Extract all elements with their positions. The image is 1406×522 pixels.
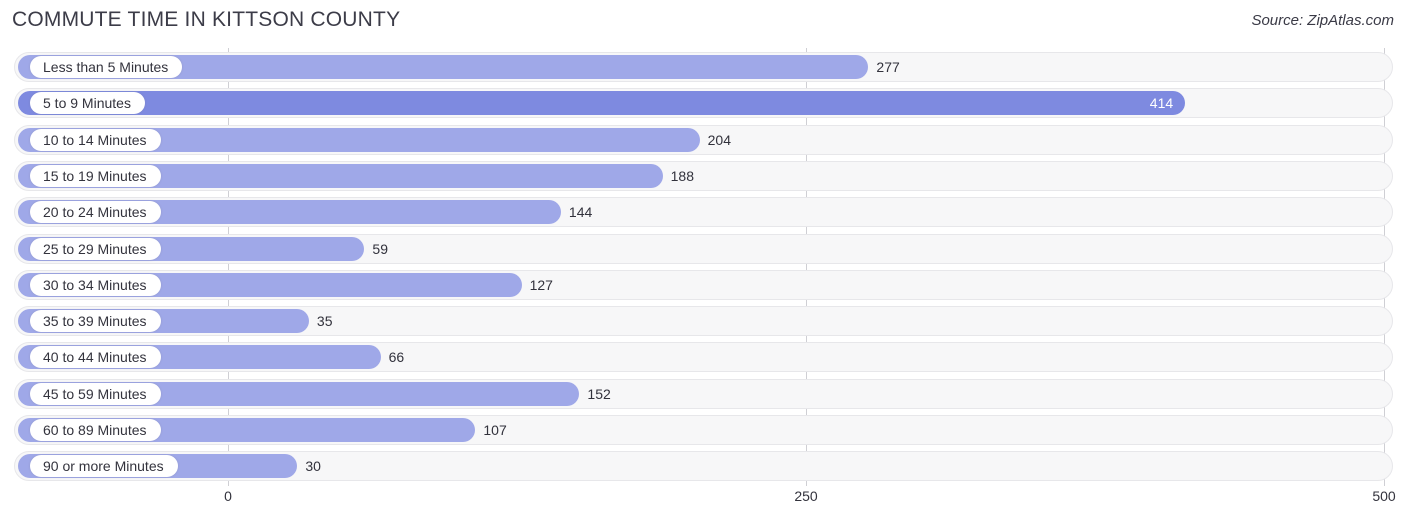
bar-value-label: 66 <box>388 349 405 366</box>
plot-area: Less than 5 Minutes 277 5 to 9 Minutes 414 1… <box>0 48 1406 486</box>
bar-value-label: 414 <box>1149 95 1174 112</box>
bar-category-label: 20 to 24 Minutes <box>30 201 161 224</box>
bar-row: 25 to 29 Minutes 59 <box>14 233 1393 264</box>
bar-value-label: 59 <box>372 240 388 257</box>
bar-value-label: 188 <box>670 167 694 184</box>
bar-category-label: Less than 5 Minutes <box>30 56 183 78</box>
bar-value-label: 152 <box>587 385 611 402</box>
bar-row: 60 to 89 Minutes 107 <box>14 415 1393 445</box>
bar-row: 5 to 9 Minutes 414 <box>14 88 1393 119</box>
bar-row: 10 to 14 Minutes 204 <box>14 124 1393 155</box>
bar-value-label: 127 <box>529 276 553 293</box>
bar-category-label: 90 or more Minutes <box>30 455 178 478</box>
bar-value-label: 204 <box>707 131 731 148</box>
bar-value-label: 30 <box>305 458 321 475</box>
bar-row: Less than 5 Minutes 277 <box>14 52 1393 82</box>
bar-category-label: 10 to 14 Minutes <box>30 128 161 151</box>
bar-category-label: 45 to 59 Minutes <box>30 382 161 405</box>
bar-category-label: 5 to 9 Minutes <box>30 92 145 115</box>
bar-row: 30 to 34 Minutes 127 <box>14 269 1393 300</box>
bar-row: 45 to 59 Minutes 152 <box>14 378 1393 409</box>
bar-value-label: 107 <box>483 422 507 438</box>
bar-category-label: 35 to 39 Minutes <box>30 310 161 333</box>
bar-category-label: 30 to 34 Minutes <box>30 273 161 296</box>
chart-container: COMMUTE TIME IN KITTSON COUNTY Source: Z… <box>0 0 1406 522</box>
bar-row: 35 to 39 Minutes 35 <box>14 306 1393 337</box>
x-axis-tick-label: 500 <box>1372 488 1396 504</box>
bar-category-label: 15 to 19 Minutes <box>30 164 161 187</box>
x-axis: 0 250 500 <box>0 486 1406 522</box>
bar-rows: Less than 5 Minutes 277 5 to 9 Minutes 414 1… <box>0 48 1406 486</box>
bar-category-label: 60 to 89 Minutes <box>30 419 161 441</box>
bar-row: 20 to 24 Minutes 144 <box>14 197 1393 228</box>
bar-value-label: 277 <box>876 59 900 75</box>
x-axis-tick-label: 0 <box>224 488 232 504</box>
x-axis-tick-label: 250 <box>794 488 818 504</box>
bar-row: 40 to 44 Minutes 66 <box>14 342 1393 373</box>
bar[interactable] <box>18 91 1186 116</box>
page-title: COMMUTE TIME IN KITTSON COUNTY <box>12 8 401 31</box>
bar-row: 15 to 19 Minutes 188 <box>14 160 1393 191</box>
bar-row: 90 or more Minutes 30 <box>14 451 1393 482</box>
bar-category-label: 40 to 44 Minutes <box>30 346 161 369</box>
bar-value-label: 144 <box>568 204 593 221</box>
source-attribution: Source: ZipAtlas.com <box>1251 12 1394 29</box>
bar-category-label: 25 to 29 Minutes <box>30 237 161 260</box>
bar-value-label: 35 <box>316 313 333 330</box>
